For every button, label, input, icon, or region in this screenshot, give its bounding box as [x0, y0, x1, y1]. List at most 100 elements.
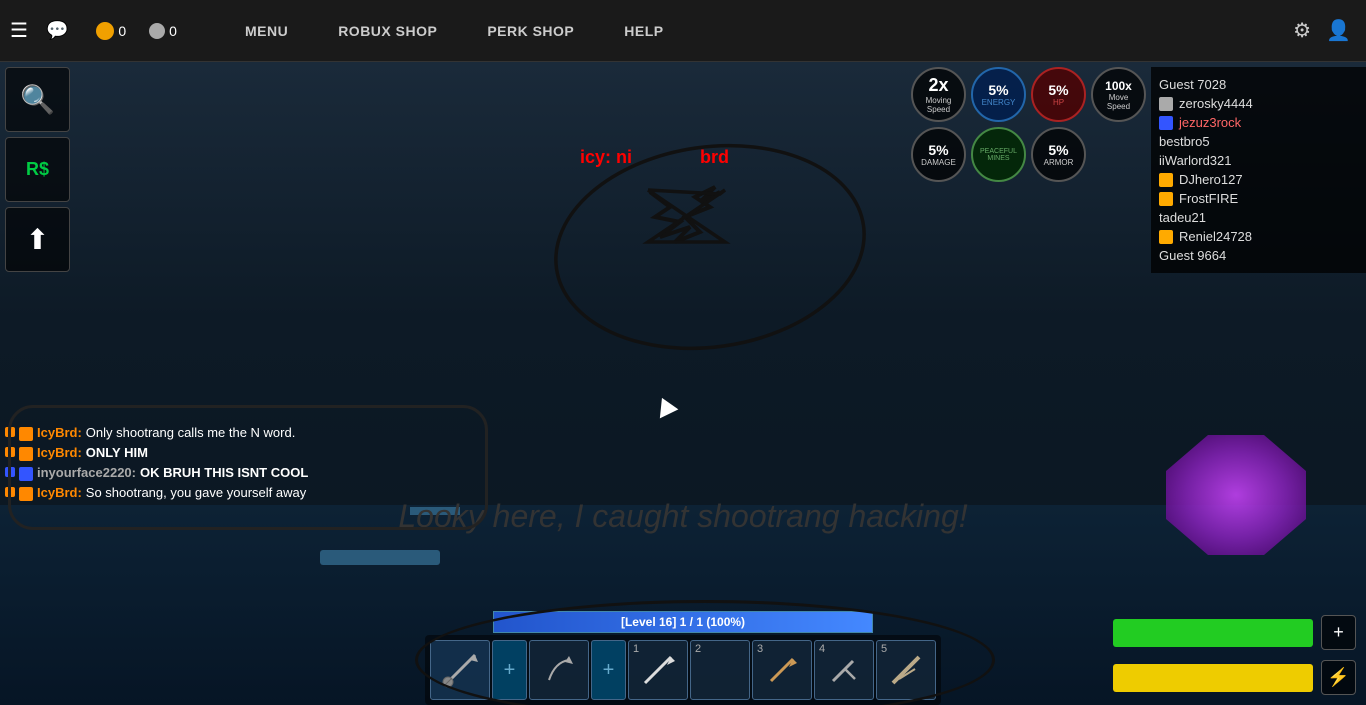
- health-bar: [1113, 619, 1313, 647]
- chat-name-3: inyourface2220:: [37, 465, 136, 480]
- chat-msg-4: IcyBrd: So shootrang, you gave yourself …: [5, 485, 308, 501]
- stat-damage: 5% DAMAGE: [911, 127, 966, 182]
- hotbar: [Level 16] 1 / 1 (100%) +: [425, 611, 941, 705]
- stamina-bar-row: ⚡: [1113, 660, 1356, 695]
- platform-1: [320, 550, 440, 565]
- chat-name-2: IcyBrd:: [37, 445, 82, 460]
- hotbar-slot-5[interactable]: 5: [876, 640, 936, 700]
- chat-area: IcyBrd: Only shootrang calls me the N wo…: [5, 425, 308, 505]
- hotbar-add-btn-1[interactable]: +: [492, 640, 527, 700]
- annotation-label-brd: brd: [700, 147, 729, 168]
- player-zerosky4444: zerosky4444: [1159, 94, 1358, 113]
- upgrade-sidebar-btn[interactable]: ⬆: [5, 207, 70, 272]
- player-jezuz3rock: jezuz3rock: [1159, 113, 1358, 132]
- badge-DJhero127: [1159, 173, 1173, 187]
- chat-indicator-2: [5, 447, 15, 457]
- player-iiWarlord321: iiWarlord321: [1159, 151, 1358, 170]
- game-area: 2x MovingSpeed 5% ENERGY 5% HP 100x Move…: [0, 62, 1366, 705]
- player-list: Guest 7028 zerosky4444 jezuz3rock bestbr…: [1151, 67, 1366, 273]
- stat-armor: 5% ARMOR: [1031, 127, 1086, 182]
- hotbar-slots: + + 1 2: [425, 635, 941, 705]
- perk-shop-link[interactable]: PERK SHOP: [462, 23, 599, 39]
- badge-jezuz3rock: [1159, 116, 1173, 130]
- hotbar-slot-extra1[interactable]: [430, 640, 490, 700]
- search-sidebar-btn[interactable]: 🔍: [5, 67, 70, 132]
- slot-1-weapon-icon: [639, 651, 677, 689]
- player-Guest9664: Guest 9664: [1159, 246, 1358, 265]
- hamburger-icon[interactable]: ☰: [10, 18, 28, 43]
- hotbar-slot-3[interactable]: 3: [752, 640, 812, 700]
- chat-text-2: ONLY HIM: [86, 445, 148, 460]
- chat-indicator-3: [5, 467, 15, 477]
- topbar-right: ⚙ 👤: [1293, 18, 1366, 43]
- level-bar-text: [Level 16] 1 / 1 (100%): [621, 615, 745, 629]
- health-add-icon[interactable]: +: [1321, 615, 1356, 650]
- stat-hp: 5% HP: [1031, 67, 1086, 122]
- chat-text-1: Only shootrang calls me the N word.: [86, 425, 296, 440]
- silver-value: 0: [169, 23, 177, 39]
- settings-icon[interactable]: ⚙: [1293, 18, 1311, 43]
- hotbar-slot-4[interactable]: 4: [814, 640, 874, 700]
- nav-links: MENU ROBUX SHOP PERK SHOP HELP: [220, 23, 689, 39]
- topbar: ☰ 💬 0 0 MENU ROBUX SHOP PERK SHOP HELP ⚙…: [0, 0, 1366, 62]
- badge-FrostFIRE: [1159, 192, 1173, 206]
- currency-gold: 0: [96, 22, 126, 40]
- main-annotation-text: Looky here, I caught shootrang hacking!: [398, 498, 967, 535]
- robux-shop-link[interactable]: ROBUX SHOP: [313, 23, 462, 39]
- health-bar-row: +: [1113, 615, 1356, 650]
- chat-msg-3: inyourface2220: OK BRUH THIS ISNT COOL: [5, 465, 308, 481]
- robux-sidebar-btn[interactable]: R$: [5, 137, 70, 202]
- silver-coin-icon: [149, 23, 165, 39]
- purple-crystal: [1166, 435, 1306, 555]
- bars-right: + ⚡: [1113, 615, 1356, 695]
- stamina-bar: [1113, 664, 1313, 692]
- chat-name-1: IcyBrd:: [37, 425, 82, 440]
- player-Guest7028: Guest 7028: [1159, 75, 1358, 94]
- player-tadeu21: tadeu21: [1159, 208, 1358, 227]
- chat-text-4: So shootrang, you gave yourself away: [86, 485, 306, 500]
- hotbar-slot-extra2[interactable]: [529, 640, 589, 700]
- chat-badge-1: [19, 427, 33, 441]
- chat-msg-2: IcyBrd: ONLY HIM: [5, 445, 308, 461]
- hud-stats: 2x MovingSpeed 5% ENERGY 5% HP 100x Move…: [911, 67, 1146, 182]
- currency-silver: 0: [149, 23, 177, 39]
- chat-icon[interactable]: 💬: [46, 20, 68, 41]
- help-link[interactable]: HELP: [599, 23, 688, 39]
- gold-value: 0: [118, 23, 126, 39]
- slot-3-weapon-icon: [763, 651, 801, 689]
- player-bestbro5: bestbro5: [1159, 132, 1358, 151]
- chat-indicator-1: [5, 427, 15, 437]
- stamina-icon[interactable]: ⚡: [1321, 660, 1356, 695]
- menu-link[interactable]: MENU: [220, 23, 313, 39]
- level-bar-container: [Level 16] 1 / 1 (100%): [493, 611, 873, 633]
- stat-move-speed-2: 100x MoveSpeed: [1091, 67, 1146, 122]
- weapon-icon-extra2: [541, 652, 577, 688]
- hotbar-add-btn-2[interactable]: +: [591, 640, 626, 700]
- left-sidebar: 🔍 R$ ⬆: [0, 62, 75, 272]
- hotbar-slot-1[interactable]: 1: [628, 640, 688, 700]
- player-FrostFIRE: FrostFIRE: [1159, 189, 1358, 208]
- chat-badge-2: [19, 447, 33, 461]
- chat-name-4: IcyBrd:: [37, 485, 82, 500]
- player-DJhero127: DJhero127: [1159, 170, 1358, 189]
- chat-msg-1: IcyBrd: Only shootrang calls me the N wo…: [5, 425, 308, 441]
- stat-moving-speed: 2x MovingSpeed: [911, 67, 966, 122]
- annotation-label-icy: icy: ni: [580, 147, 632, 168]
- hotbar-slot-2[interactable]: 2: [690, 640, 750, 700]
- chat-badge-3: [19, 467, 33, 481]
- chat-text-3: OK BRUH THIS ISNT COOL: [140, 465, 308, 480]
- player-Reniel24728: Reniel24728: [1159, 227, 1358, 246]
- badge-zerosky4444: [1159, 97, 1173, 111]
- profile-icon[interactable]: 👤: [1326, 18, 1351, 43]
- gold-coin-icon: [96, 22, 114, 40]
- slot-5-weapon-icon: [887, 651, 925, 689]
- topbar-left: ☰ 💬 0 0 MENU ROBUX SHOP PERK SHOP HELP: [0, 18, 699, 43]
- stat-energy: 5% ENERGY: [971, 67, 1026, 122]
- slot-4-weapon-icon: [825, 651, 863, 689]
- chat-badge-4: [19, 487, 33, 501]
- cursor: [652, 398, 679, 424]
- chat-indicator-4: [5, 487, 15, 497]
- badge-Reniel24728: [1159, 230, 1173, 244]
- stat-peaceful-mines: PEACEFULMINES: [971, 127, 1026, 182]
- weapon-icon-extra1: [440, 650, 480, 690]
